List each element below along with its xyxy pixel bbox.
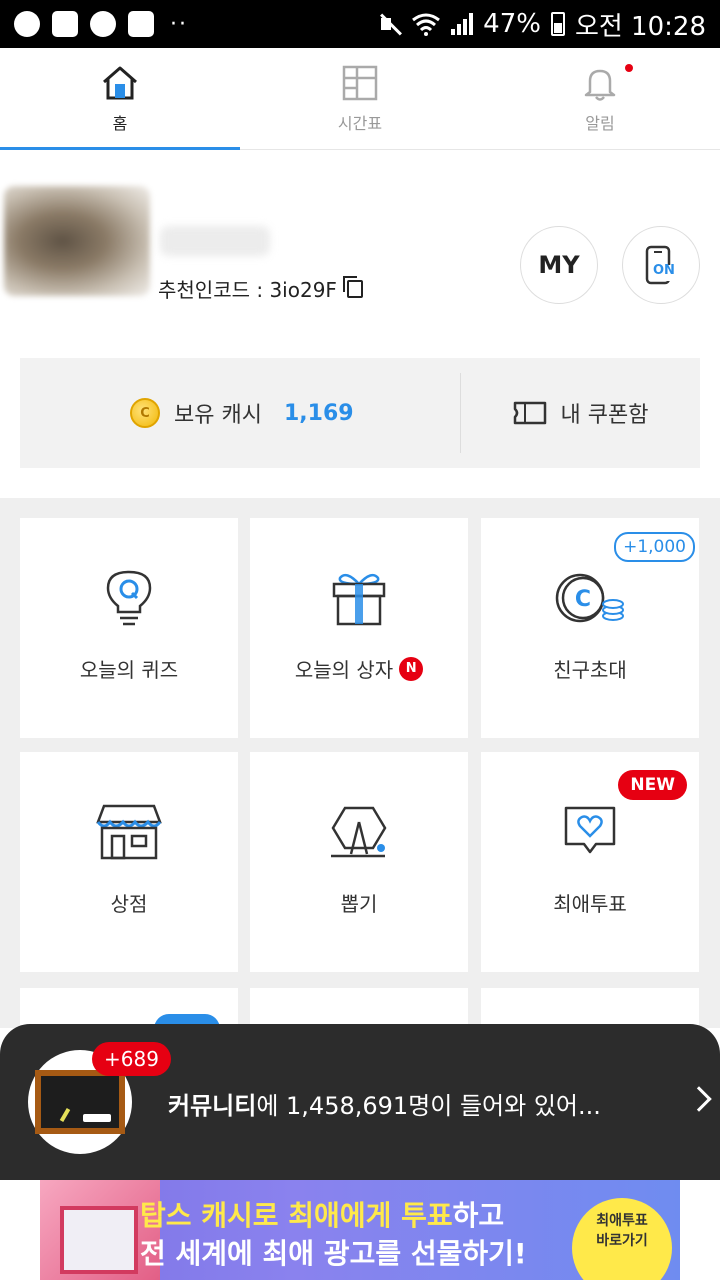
bell-icon [584, 69, 616, 101]
timetable-icon [342, 65, 378, 101]
profile-section: 추천인코드 : 3io29F MY ON [0, 150, 720, 350]
fav-vote-label: 최애투표 [553, 892, 627, 916]
daily-box-label: 오늘의 상자 [294, 658, 394, 682]
list-icon [128, 11, 154, 37]
my-button-label: MY [538, 251, 580, 279]
invite-friends-card[interactable]: +1,000 C 친구초대 [481, 518, 699, 738]
community-banner[interactable]: +689 커뮤니티에 1,458,691명이 들어와 있어... [0, 1024, 720, 1180]
wifi-icon [412, 13, 441, 36]
draw-machine-icon [331, 806, 387, 858]
owned-cash-value: 1,169 [283, 400, 354, 426]
grid-card-partial[interactable] [20, 988, 238, 1044]
vote-ad-banner[interactable]: 탑스 캐시로 최애에게 투표하고 전 세계에 최애 광고를 선물하기! 최애투표… [40, 1180, 680, 1280]
shop-label: 상점 [110, 892, 148, 916]
top-tab-bar: 홈 시간표 알림 [0, 48, 720, 150]
banner-highlight: 탑스 캐시로 최애에게 투표 [140, 1199, 453, 1232]
copy-icon[interactable] [342, 275, 363, 298]
battery-icon [550, 12, 565, 36]
banner-line1-rest: 하고 [452, 1199, 505, 1232]
coin-icon: C [130, 398, 160, 428]
tab-home[interactable]: 홈 [0, 48, 240, 150]
referral-code-text: 추천인코드 : 3io29F [158, 278, 337, 302]
avatar[interactable] [4, 186, 150, 296]
owned-cash-label: 보유 캐시 [174, 403, 262, 428]
banner-button-line2: 바로가기 [596, 1232, 648, 1249]
status-bar: ·· 47% 오전 10:28 [0, 0, 720, 48]
community-strong: 커뮤니티 [168, 1092, 257, 1120]
draw-card[interactable]: 뽑기 [250, 752, 468, 972]
chevron-right-icon[interactable] [686, 1086, 712, 1112]
notification-dot [625, 64, 633, 72]
coupon-box-button[interactable]: 내 쿠폰함 [461, 397, 700, 429]
app-u-icon [14, 11, 40, 37]
lightbulb-q-icon [106, 570, 152, 626]
banner-line1: 탑스 캐시로 최애에게 투표하고 [140, 1194, 504, 1234]
community-rest: 에 1,458,691명이 들어와 있어... [256, 1092, 601, 1120]
svg-text:C: C [575, 587, 591, 612]
tab-timetable-label: 시간표 [337, 114, 383, 133]
daily-box-card[interactable]: 오늘의 상자 N [250, 518, 468, 738]
tab-home-label: 홈 [112, 114, 128, 133]
fav-vote-card[interactable]: NEW 최애투표 [481, 752, 699, 972]
signal-icon [451, 13, 474, 35]
community-message: 커뮤니티에 1,458,691명이 들어와 있어... [168, 1086, 601, 1121]
image-icon [52, 11, 78, 37]
referral-code[interactable]: 추천인코드 : 3io29F [158, 274, 363, 303]
cash-box: C 보유 캐시 1,169 내 쿠폰함 [20, 358, 700, 468]
shop-card[interactable]: 상점 [20, 752, 238, 972]
banner-button-line1: 최애투표 [596, 1213, 648, 1229]
my-button[interactable]: MY [520, 226, 598, 304]
more-dots-icon: ·· [170, 11, 188, 37]
banner-go-button[interactable]: 최애투표 바로가기 [572, 1198, 672, 1280]
community-count-badge: +689 [92, 1042, 171, 1076]
grid-card-partial[interactable] [481, 988, 699, 1028]
on-button-label: ON [653, 263, 675, 278]
invite-friends-label: 친구초대 [553, 658, 627, 682]
tab-notifications[interactable]: 알림 [480, 48, 720, 149]
new-badge: N [399, 656, 424, 681]
home-icon [103, 66, 137, 100]
gift-box-icon [332, 573, 386, 626]
grid-card-partial[interactable] [250, 988, 468, 1028]
tab-notifications-label: 알림 [585, 114, 615, 133]
quiz-card[interactable]: 오늘의 퀴즈 [20, 518, 238, 738]
quiz-label: 오늘의 퀴즈 [79, 658, 179, 682]
mute-icon [379, 13, 401, 35]
on-button[interactable]: ON [622, 226, 700, 304]
tab-timetable[interactable]: 시간표 [240, 48, 480, 149]
heart-message-icon [564, 806, 616, 854]
new-bubble: NEW [618, 770, 687, 800]
coupon-box-label: 내 쿠폰함 [560, 403, 649, 428]
c-icon [90, 11, 116, 37]
coupon-icon [513, 401, 546, 425]
username-blurred [160, 226, 270, 256]
draw-label: 뽑기 [340, 892, 378, 916]
coin-stack-icon: C [555, 573, 624, 623]
owned-cash[interactable]: C 보유 캐시 1,169 [20, 397, 460, 429]
clock: 오전 10:28 [574, 11, 706, 42]
reward-bubble: +1,000 [614, 532, 695, 562]
store-icon [96, 804, 162, 860]
battery-percent: 47% [483, 9, 541, 39]
banner-line2: 전 세계에 최애 광고를 선물하기! [140, 1237, 527, 1270]
